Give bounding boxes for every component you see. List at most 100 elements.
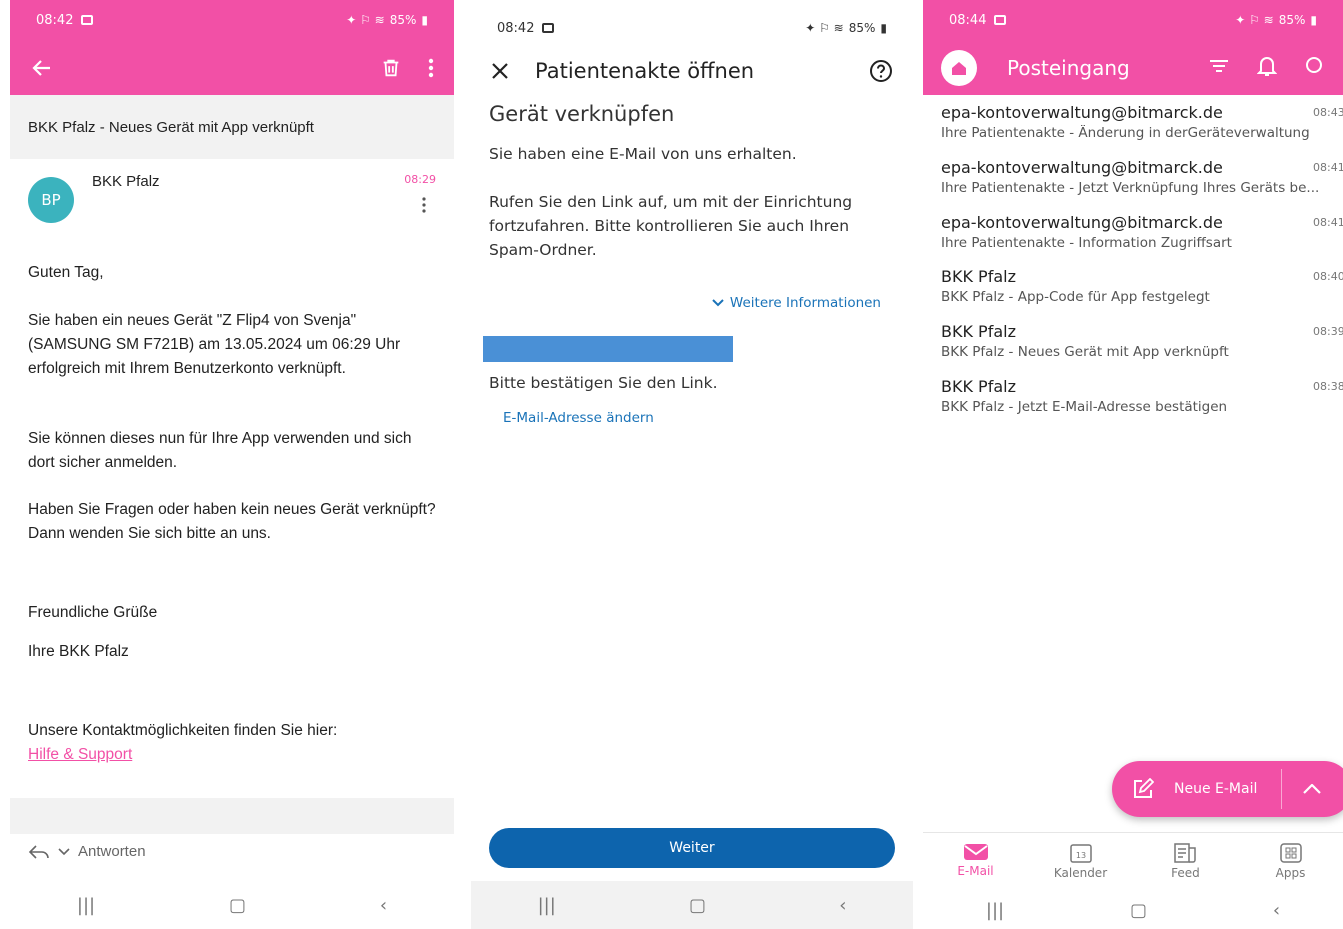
mail-time: 08:43 [1313, 106, 1343, 119]
inbox-screen: 08:44 ✦ ⚐ ≋ 85% ▮ Posteingang epa-kontover… [923, 0, 1343, 929]
more-vert-icon[interactable] [428, 58, 434, 78]
support-link[interactable]: Hilfe & Support [28, 746, 132, 763]
status-bar: 08:42 ✦ ⚐ ≋ 85% ▮ [471, 8, 913, 48]
chevron-down-icon [712, 299, 724, 307]
house-icon [952, 61, 966, 75]
help-icon[interactable] [869, 59, 893, 83]
mail-subject: BKK Pfalz - Neues Gerät mit App verknüpf… [941, 344, 1229, 361]
patient-record-screen: 08:42 ✦ ⚐ ≋ 85% ▮ Patientenakte öffnen Ger… [471, 8, 913, 929]
list-item[interactable]: epa-kontoverwaltung@bitmarck.de 08:41 Ihre… [941, 205, 1343, 260]
change-email-link[interactable]: E-Mail-Adresse ändern [503, 410, 654, 426]
paragraph: Sie haben ein neues Gerät "Z Flip4 von S… [28, 312, 401, 377]
recents-icon[interactable]: ||| [986, 900, 1004, 921]
mail-subject: Ihre Patientenakte - Jetzt Verknüpfung I… [941, 179, 1320, 196]
more-info-link[interactable]: Weitere Informationen [712, 295, 881, 311]
paragraph: Haben Sie Fragen oder haben kein neues G… [28, 501, 436, 542]
avatar: BP [28, 177, 74, 223]
bottom-tab-bar: E-Mail 13 Kalender Feed Apps [923, 832, 1343, 884]
list-item[interactable]: epa-kontoverwaltung@bitmarck.de 08:41 Ihre… [941, 150, 1343, 205]
mail-time: 08:39 [1313, 325, 1343, 339]
mail-list: epa-kontoverwaltung@bitmarck.de 08:43 Ihre… [923, 95, 1343, 424]
mail-from: BKK Pfalz [941, 267, 1016, 287]
contact-text: Unsere Kontaktmöglichkeiten finden Sie h… [28, 722, 338, 739]
list-item[interactable]: epa-kontoverwaltung@bitmarck.de 08:43 Ihre… [941, 95, 1343, 150]
recents-icon[interactable]: ||| [538, 895, 556, 916]
back-icon[interactable]: ‹ [380, 895, 387, 916]
system-nav: ||| ▢ ‹ [923, 890, 1343, 929]
tab-feed[interactable]: Feed [1146, 833, 1226, 884]
mail-from: BKK Pfalz [941, 376, 1016, 396]
tab-label: Kalender [1053, 866, 1108, 880]
list-item[interactable]: BKK Pfalz 08:39 BKK Pfalz - Neues Gerät mi… [941, 314, 1343, 369]
battery-level: 85% [848, 21, 876, 35]
chevron-up-icon[interactable] [1282, 784, 1342, 794]
mail-from: epa-kontoverwaltung@bitmarck.de [941, 103, 1223, 122]
home-icon[interactable]: ▢ [229, 895, 246, 916]
recents-icon[interactable]: ||| [77, 895, 95, 916]
system-nav: ||| ▢ ‹ [10, 881, 454, 929]
mail-subject: BKK Pfalz - Neues Gerät mit App verknüpf… [10, 95, 454, 159]
compose-icon [1134, 778, 1154, 798]
mail-time: 08:38 [1313, 379, 1343, 393]
tab-email[interactable]: E-Mail [936, 833, 1016, 884]
info-text: Sie haben eine E-Mail von uns erhalten. [489, 145, 797, 163]
mail-time: 08:29 [404, 173, 436, 186]
trash-icon[interactable] [380, 57, 402, 79]
gallery-icon [994, 15, 1007, 25]
back-icon[interactable]: ‹ [839, 895, 846, 916]
back-icon[interactable]: ‹ [1273, 900, 1280, 921]
back-arrow-icon[interactable] [30, 56, 54, 80]
apps-grid-icon [1279, 843, 1302, 863]
mail-time: 08:41 [1313, 215, 1343, 229]
bell-icon[interactable] [1256, 55, 1278, 81]
mail-time: 08:41 [1313, 160, 1343, 174]
new-mail-button[interactable]: Neue E-Mail [1112, 769, 1282, 809]
home-icon[interactable]: ▢ [1130, 900, 1147, 921]
divider [10, 798, 454, 834]
reply-label: Antworten [78, 843, 146, 860]
home-button[interactable] [941, 49, 977, 86]
mail-subject: Ihre Patientenakte - Änderung in derGerä… [941, 125, 1310, 141]
mail-time: 08:40 [1313, 270, 1343, 284]
signature: Ihre BKK Pfalz [28, 643, 129, 660]
battery-icon: ▮ [421, 13, 428, 27]
wifi-icon: ✦ ⚐ ≋ [1235, 13, 1274, 27]
mail-icon [963, 844, 988, 860]
gallery-icon [542, 23, 555, 33]
email-detail-screen: 08:42 ✦ ⚐ ≋ 85% ▮ BKK Pfalz - Neues Gerät … [10, 0, 454, 929]
tab-calendar[interactable]: 13 Kalender [1041, 833, 1121, 884]
page-title: Patientenakte öffnen [535, 59, 755, 83]
mail-toolbar [10, 40, 454, 95]
more-vert-icon[interactable] [422, 197, 426, 217]
section-heading: Gerät verknüpfen [489, 102, 675, 126]
close-icon[interactable] [491, 62, 509, 80]
status-bar: 08:42 ✦ ⚐ ≋ 85% ▮ [10, 0, 454, 40]
chevron-down-icon[interactable] [58, 847, 70, 856]
status-time: 08:44 [949, 12, 987, 28]
search-icon[interactable] [1305, 56, 1325, 80]
new-mail-fab: Neue E-Mail [1112, 761, 1343, 817]
list-item[interactable]: BKK Pfalz 08:40 BKK Pfalz - App-Code für A… [941, 259, 1343, 314]
tab-apps[interactable]: Apps [1251, 833, 1331, 884]
title-bar: Patientenakte öffnen [471, 48, 913, 94]
system-nav: ||| ▢ ‹ [471, 881, 913, 929]
status-bar: 08:44 ✦ ⚐ ≋ 85% ▮ [923, 0, 1343, 40]
tab-label: Apps [1275, 866, 1306, 880]
info-text: Rufen Sie den Link auf, um mit der Einri… [489, 193, 853, 259]
calendar-day: 13 [1075, 851, 1085, 860]
more-info-label: Weitere Informationen [729, 295, 881, 311]
list-item[interactable]: BKK Pfalz 08:38 BKK Pfalz - Jetzt E-Mail-A… [941, 369, 1343, 424]
sender-name: BKK Pfalz [92, 173, 160, 190]
inbox-toolbar: Posteingang [923, 40, 1343, 95]
reply-button[interactable]: Antworten [28, 843, 146, 860]
new-mail-label: Neue E-Mail [1174, 781, 1258, 797]
confirm-text: Bitte bestätigen Sie den Link. [489, 374, 718, 392]
redacted-block [483, 336, 733, 362]
next-button[interactable]: Weiter [489, 828, 895, 868]
home-icon[interactable]: ▢ [689, 895, 706, 916]
closing: Freundliche Grüße [28, 604, 158, 621]
filter-icon[interactable] [1209, 58, 1229, 77]
sender-row: BP BKK Pfalz 08:29 [10, 159, 454, 237]
mail-from: epa-kontoverwaltung@bitmarck.de [941, 157, 1223, 177]
mail-subject: Ihre Patientenakte - Information Zugriff… [941, 234, 1232, 251]
